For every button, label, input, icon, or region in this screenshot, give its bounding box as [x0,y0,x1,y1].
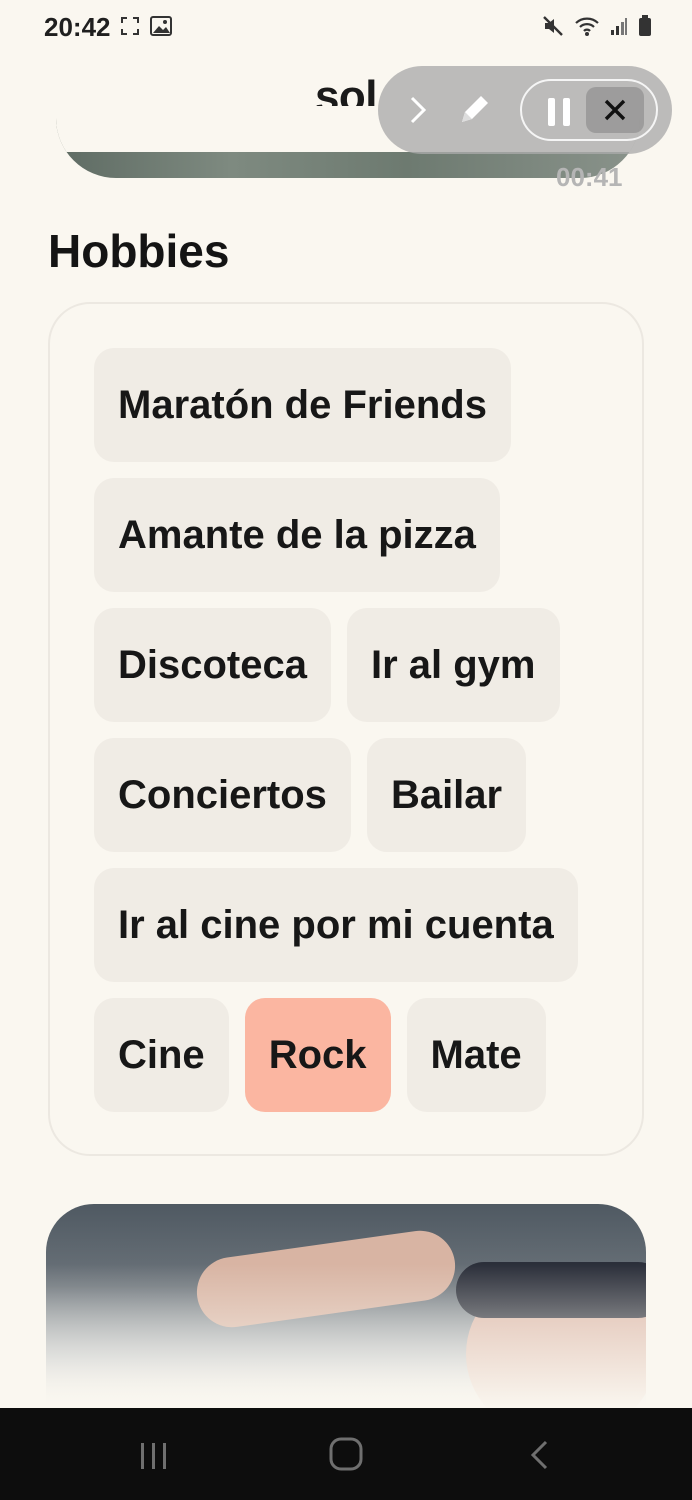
home-icon[interactable] [328,1436,364,1477]
hobby-chip[interactable]: Conciertos [94,738,351,852]
chevron-right-icon[interactable] [402,92,432,133]
hobby-chip[interactable]: Maratón de Friends [94,348,511,462]
wifi-icon [574,15,600,42]
chip-row: Discoteca Ir al gym [94,608,614,722]
mute-icon [542,15,564,42]
hobby-chip[interactable]: Ir al cine por mi cuenta [94,868,578,982]
hobby-chip[interactable]: Bailar [366,738,527,852]
recording-timer: 00:41 [556,162,623,192]
screenshot-icon [120,16,140,41]
close-icon [604,99,626,121]
hobby-chip[interactable]: Amante de la pizza [94,478,500,592]
hobbies-card: Maratón de Friends Amante de la pizza Di… [48,302,644,1156]
status-time: 20:42 [44,12,111,42]
status-bar: 20:42 [0,0,692,56]
pen-icon[interactable] [454,90,494,135]
chip-row: Amante de la pizza [94,478,614,592]
hobby-chips: Maratón de Friends Amante de la pizza Di… [94,348,614,1128]
pause-icon[interactable] [544,96,574,133]
chip-row: Cine Rock Mate [94,998,614,1112]
gallery-icon [150,16,172,41]
hobby-chip[interactable]: Cine [94,998,229,1112]
profile-photo[interactable] [46,1204,646,1410]
hobby-chip-selected[interactable]: Rock [244,998,391,1112]
back-icon[interactable] [528,1440,552,1475]
hobby-chip[interactable]: Ir al gym [346,608,560,722]
hobby-chip[interactable]: Mate [406,998,546,1112]
navigation-bar [0,1408,692,1500]
screen-recorder-toolbar [378,66,672,154]
close-button[interactable] [586,87,644,133]
hobbies-title: Hobbies [48,225,230,277]
recorder-controls [520,79,658,141]
recents-icon[interactable] [138,1441,170,1476]
chip-row: Ir al cine por mi cuenta [94,868,614,982]
chip-row: Maratón de Friends [94,348,614,462]
chip-row: Conciertos Bailar [94,738,614,852]
hobby-chip[interactable]: Discoteca [94,608,331,722]
battery-icon [638,15,652,42]
signal-icon [610,16,628,41]
